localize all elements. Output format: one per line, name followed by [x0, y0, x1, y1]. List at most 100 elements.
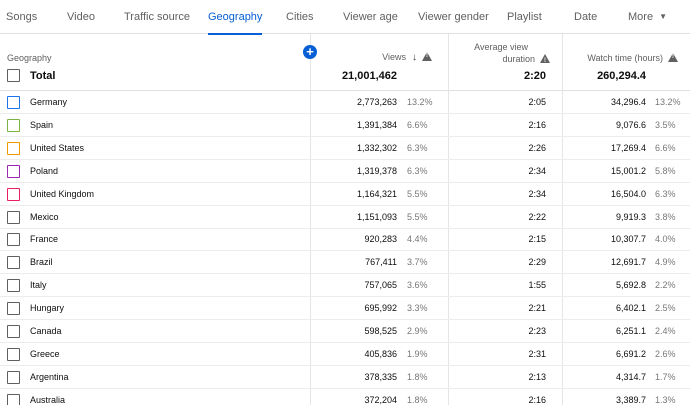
views-percent: 3.7%: [407, 257, 428, 268]
views-percent: 1.8%: [407, 394, 428, 405]
views-percent: 13.2%: [407, 97, 433, 107]
watch-time-percent: 2.4%: [655, 326, 676, 336]
row-checkbox[interactable]: [7, 370, 20, 384]
watch-time-percent: 2.2%: [655, 280, 676, 291]
row-checkbox[interactable]: [7, 302, 20, 316]
tab-video[interactable]: Video: [67, 0, 95, 34]
row-checkbox[interactable]: [7, 279, 20, 293]
watch-time-value: 6,251.1: [615, 326, 646, 336]
watch-time-percent: 3.5%: [655, 119, 676, 130]
row-checkbox[interactable]: [7, 325, 20, 338]
views-value: 2,773,263: [356, 97, 397, 107]
tab-cities[interactable]: Cities: [286, 0, 314, 34]
tab-viewer-age[interactable]: Viewer age: [343, 0, 398, 34]
row-checkbox[interactable]: [7, 210, 20, 224]
watch-time-percent: 3.8%: [655, 211, 676, 222]
watch-time-percent: 4.9%: [655, 257, 676, 268]
table-row[interactable]: Italy 757,065 3.6% 1:55 5,692.8 2.2%: [0, 274, 690, 298]
watch-time-percent: 5.8%: [655, 165, 676, 176]
row-checkbox[interactable]: [7, 96, 20, 109]
row-checkbox[interactable]: [7, 347, 20, 361]
header-views[interactable]: Views ↓: [382, 52, 432, 63]
watch-time-percent: 4.0%: [655, 234, 676, 245]
views-value: 920,283: [364, 234, 397, 245]
tab-more-label: More: [628, 11, 654, 23]
tab-geography[interactable]: Geography: [208, 0, 263, 35]
total-checkbox[interactable]: [7, 69, 20, 82]
country-name: United Kingdom: [30, 188, 95, 199]
row-checkbox[interactable]: [7, 233, 20, 247]
watch-time-value: 6,691.2: [615, 348, 646, 359]
total-label: Total: [30, 70, 56, 82]
table-row[interactable]: Hungary 695,992 3.3% 2:21 6,402.1 2.5%: [0, 297, 690, 321]
sort-down-icon[interactable]: ↓: [412, 52, 417, 63]
row-checkbox[interactable]: [7, 118, 20, 132]
watch-time-value: 9,919.3: [615, 211, 646, 222]
tab-more[interactable]: More ▼: [628, 0, 667, 34]
tab-playlist[interactable]: Playlist: [507, 0, 542, 34]
warning-icon[interactable]: [668, 53, 678, 62]
total-row: Total 21,001,462 2:20 260,294.4: [0, 66, 690, 91]
watch-time-value: 34,296.4: [610, 97, 646, 107]
watch-time-value: 3,389.7: [615, 394, 646, 405]
header-watch-time[interactable]: Watch time (hours): [587, 53, 678, 63]
table-row[interactable]: Greece 405,836 1.9% 2:31 6,691.2 2.6%: [0, 343, 690, 366]
table-row[interactable]: Brazil 767,411 3.7% 2:29 12,691.7 4.9%: [0, 251, 690, 275]
avg-view-duration-value: 1:55: [528, 280, 546, 291]
row-checkbox[interactable]: [7, 141, 20, 155]
row-checkbox[interactable]: [7, 164, 20, 178]
table-row[interactable]: Argentina 378,335 1.8% 2:13 4,314.7 1.7%: [0, 366, 690, 389]
warning-icon[interactable]: [422, 52, 432, 61]
watch-time-percent: 2.6%: [655, 348, 676, 359]
tab-traffic-source[interactable]: Traffic source: [124, 0, 190, 34]
table-header: Geography Views ↓ Average view duration W…: [0, 34, 690, 70]
country-name: France: [30, 234, 59, 245]
views-percent: 2.9%: [407, 326, 428, 336]
views-percent: 5.5%: [407, 188, 428, 199]
tab-songs[interactable]: Songs: [6, 0, 37, 34]
table-row[interactable]: United Kingdom 1,164,321 5.5% 2:34 16,504.0 6…: [0, 183, 690, 206]
country-name: United States: [30, 142, 85, 153]
views-percent: 6.3%: [407, 142, 428, 153]
row-checkbox[interactable]: [7, 393, 20, 405]
tab-date[interactable]: Date: [574, 0, 597, 34]
avg-view-duration-value: 2:05: [528, 97, 546, 107]
avg-view-duration-value: 2:13: [528, 371, 546, 382]
avg-view-duration-value: 2:34: [528, 165, 546, 176]
avg-view-duration-value: 2:26: [528, 142, 546, 153]
watch-time-value: 5,692.8: [615, 280, 646, 291]
row-checkbox[interactable]: [7, 187, 20, 201]
views-percent: 6.6%: [407, 119, 428, 130]
country-name: Poland: [30, 165, 59, 176]
total-watch-time: 260,294.4: [597, 70, 646, 82]
report-tabs: Songs Video Traffic source Geography Cit…: [0, 0, 690, 35]
views-value: 598,525: [364, 326, 397, 336]
views-percent: 1.8%: [407, 371, 428, 382]
tab-viewer-gender[interactable]: Viewer gender: [418, 0, 489, 34]
avg-view-duration-value: 2:29: [528, 257, 546, 268]
views-percent: 5.5%: [407, 211, 428, 222]
watch-time-value: 10,307.7: [610, 234, 646, 245]
header-avd-line2-wrap: duration: [456, 53, 550, 67]
country-name: Australia: [30, 394, 66, 405]
table-row[interactable]: Australia 372,204 1.8% 2:16 3,389.7 1.3%: [0, 389, 690, 405]
header-avg-view-duration[interactable]: Average view duration: [456, 41, 550, 67]
views-value: 1,319,378: [356, 165, 397, 176]
table-row[interactable]: Mexico 1,151,093 5.5% 2:22 9,919.3 3.8%: [0, 206, 690, 229]
avg-view-duration-value: 2:16: [528, 394, 546, 405]
watch-time-value: 15,001.2: [610, 165, 646, 176]
add-metric-button[interactable]: +: [303, 45, 317, 59]
table-row[interactable]: Spain 1,391,384 6.6% 2:16 9,076.6 3.5%: [0, 114, 690, 137]
watch-time-percent: 13.2%: [655, 97, 681, 107]
watch-time-percent: 6.3%: [655, 188, 676, 199]
table-row[interactable]: France 920,283 4.4% 2:15 10,307.7 4.0%: [0, 228, 690, 252]
row-checkbox[interactable]: [7, 256, 20, 270]
country-name: Italy: [30, 280, 47, 291]
table-row[interactable]: Canada 598,525 2.9% 2:23 6,251.1 2.4%: [0, 320, 690, 343]
table-row[interactable]: Poland 1,319,378 6.3% 2:34 15,001.2 5.8%: [0, 160, 690, 183]
table-row[interactable]: United States 1,332,302 6.3% 2:26 17,269.4 6.…: [0, 137, 690, 160]
table-row[interactable]: Germany 2,773,263 13.2% 2:05 34,296.4 13.2%: [0, 91, 690, 114]
chevron-down-icon: ▼: [659, 12, 667, 21]
warning-icon[interactable]: [540, 54, 550, 67]
country-name: Spain: [30, 119, 54, 130]
